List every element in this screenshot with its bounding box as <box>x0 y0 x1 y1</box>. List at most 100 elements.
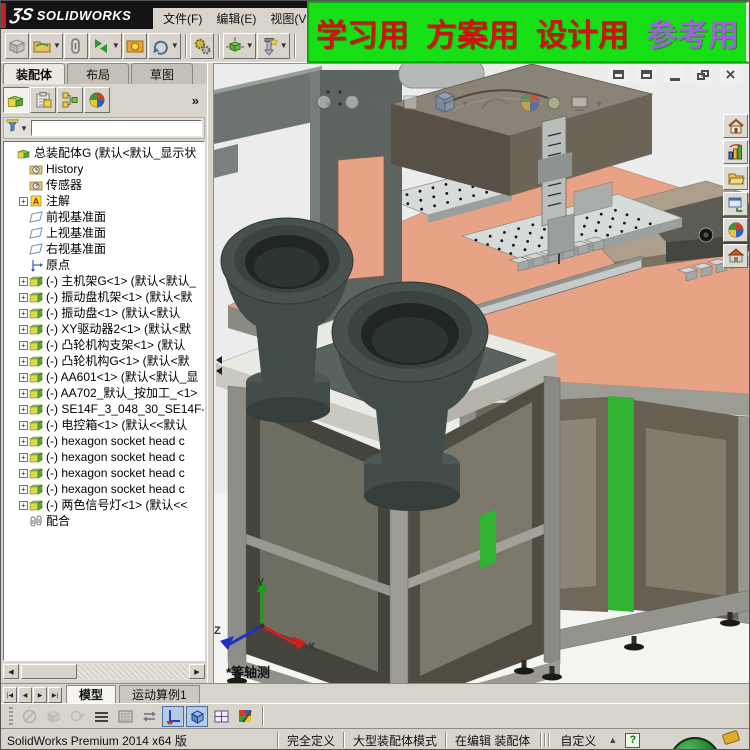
tree-item[interactable]: + (-) AA702_默认_按加工_<1> <box>4 385 204 401</box>
expander-icon[interactable]: + <box>18 356 29 366</box>
featuremanager-tree-icon[interactable] <box>3 87 29 113</box>
menu-item[interactable]: 编辑(E) <box>216 10 256 27</box>
menu-item[interactable]: 视图(V <box>270 10 306 27</box>
view-palette-icon[interactable] <box>723 192 748 216</box>
expander-icon[interactable]: + <box>18 308 29 318</box>
shaded-view-icon[interactable] <box>186 705 208 727</box>
custom-properties-icon[interactable] <box>723 244 748 268</box>
tree-item[interactable]: + (-) SE14F_3_048_30_SE14F- <box>4 401 204 417</box>
expander-icon[interactable]: + <box>18 484 29 494</box>
restore-icon[interactable] <box>692 66 713 83</box>
tree-item[interactable]: + (-) hexagon socket head c <box>4 433 204 449</box>
edit-appearance-icon[interactable] <box>234 706 256 727</box>
propertymanager-icon[interactable] <box>30 87 56 113</box>
tab-模型[interactable]: 模型 <box>66 685 117 703</box>
scroll-thumb[interactable] <box>21 664 77 679</box>
tab-nav-icon[interactable]: ◀ <box>18 687 32 703</box>
scroll-track[interactable] <box>77 664 189 679</box>
tree-item[interactable]: + (-) hexagon socket head c <box>4 465 204 481</box>
3d-assembly-model[interactable]: Y X Z <box>214 64 750 684</box>
tree-item[interactable]: + (-) 凸轮机构支架<1> (默认 <box>4 337 204 353</box>
tab-nav-icon[interactable]: ▶| <box>48 687 62 703</box>
tree-item[interactable]: 配合 <box>4 513 204 529</box>
resources-home-icon[interactable] <box>723 114 748 138</box>
design-library-icon[interactable] <box>723 140 748 164</box>
tree-item[interactable]: + (-) 凸轮机构G<1> (默认<默 <box>4 353 204 369</box>
expander-icon[interactable]: + <box>18 372 29 382</box>
tree-item[interactable]: + (-) 主机架G<1> (默认<默认_ <box>4 273 204 289</box>
panel-splitter[interactable] <box>207 63 214 683</box>
quick-snaps-icon[interactable] <box>66 706 88 727</box>
open-icon[interactable]: ▼ <box>30 32 63 59</box>
filter-input[interactable] <box>30 120 202 136</box>
tab-运动算例1[interactable]: 运动算例1 <box>119 685 200 703</box>
tree-hscrollbar[interactable]: ◀ ▶ <box>3 663 205 680</box>
tree-item[interactable]: 右视基准面 <box>4 241 204 257</box>
move-component-icon[interactable]: ▼ <box>222 32 256 59</box>
smart-fastener-icon[interactable]: ▼ <box>256 32 290 59</box>
minimize-icon[interactable] <box>664 66 685 83</box>
rotate-view-icon[interactable]: ▼ <box>147 32 181 59</box>
file-explorer-icon[interactable] <box>723 166 748 190</box>
tree-item[interactable]: + (-) AA601<1> (默认<默认_显 <box>4 369 204 385</box>
help-icon[interactable]: ? <box>625 732 641 748</box>
expander-icon[interactable]: + <box>18 404 29 414</box>
expander-icon[interactable]: + <box>18 388 29 398</box>
attach-icon[interactable] <box>63 32 88 59</box>
expander-icon[interactable]: + <box>18 500 29 510</box>
expander-icon[interactable]: + <box>18 340 29 350</box>
tab-nav-icon[interactable]: ▶ <box>33 687 47 703</box>
hatch-icon[interactable] <box>114 706 136 727</box>
expander-icon[interactable]: + <box>18 420 29 430</box>
expander-icon[interactable]: + <box>18 196 29 206</box>
swap-icon[interactable] <box>138 706 160 727</box>
configurationmanager-icon[interactable] <box>57 87 83 113</box>
tab-布局[interactable]: 布局 <box>67 63 129 84</box>
tree-item[interactable]: 传感器 <box>4 177 204 193</box>
tree-item[interactable]: + (-) hexagon socket head c <box>4 449 204 465</box>
tree-item[interactable]: 总装配体G (默认<默认_显示状 <box>4 145 204 161</box>
solid-bodies-icon[interactable] <box>42 706 64 727</box>
tree-item[interactable]: 前视基准面 <box>4 209 204 225</box>
tree-item[interactable]: + (-) 两色信号灯<1> (默认<< <box>4 497 204 513</box>
filter-funnel-icon[interactable] <box>6 119 19 137</box>
toolbar-grip[interactable] <box>9 707 13 725</box>
display-manager-icon[interactable] <box>84 87 110 113</box>
tree-item[interactable]: + (-) hexagon socket head c <box>4 481 204 497</box>
tree-item[interactable]: + (-) 电控箱<1> (默认<<默认 <box>4 417 204 433</box>
grid-icon[interactable] <box>210 706 232 727</box>
scroll-right-icon[interactable]: ▶ <box>189 664 205 679</box>
mate-icon[interactable]: ▼ <box>88 32 122 59</box>
tree-item[interactable]: History <box>4 161 204 177</box>
expander-icon[interactable]: + <box>18 292 29 302</box>
expander-icon[interactable]: + <box>18 436 29 446</box>
tab-nav-icon[interactable]: |◀ <box>3 687 17 703</box>
tree-item[interactable]: + A 注解 <box>4 193 204 209</box>
menu-item[interactable]: 文件(F) <box>163 10 202 27</box>
scroll-left-icon[interactable]: ◀ <box>3 664 19 679</box>
insert-component-icon[interactable] <box>5 32 29 59</box>
filter-icon[interactable] <box>18 706 40 727</box>
tree-item[interactable]: + (-) XY驱动器2<1> (默认<默 <box>4 321 204 337</box>
cascade-windows-icon[interactable] <box>608 66 629 83</box>
filter-dropdown-icon[interactable]: ▼ <box>20 124 28 133</box>
tree-item[interactable]: 上视基准面 <box>4 225 204 241</box>
tree-item[interactable]: 原点 <box>4 257 204 273</box>
view-origins-icon[interactable] <box>162 705 184 727</box>
tree-item[interactable]: + (-) 振动盘机架<1> (默认<默 <box>4 289 204 305</box>
custom-label[interactable]: 自定义 <box>556 732 600 749</box>
expander-icon[interactable]: + <box>18 324 29 334</box>
tree-item[interactable]: + (-) 振动盘<1> (默认<默认 <box>4 305 204 321</box>
line-style-icon[interactable] <box>90 706 112 727</box>
close-icon[interactable]: × <box>720 66 741 83</box>
graphics-area[interactable]: Y X Z × *等轴测 <box>214 63 750 684</box>
expander-icon[interactable]: + <box>18 452 29 462</box>
capture-icon[interactable] <box>122 32 147 59</box>
custom-caret-icon[interactable]: ▲ <box>608 735 617 745</box>
overflow-chevron-icon[interactable]: » <box>192 93 199 108</box>
expander-icon[interactable]: + <box>18 468 29 478</box>
expander-icon[interactable]: + <box>18 276 29 286</box>
appearances-icon[interactable] <box>723 218 748 242</box>
tab-草图[interactable]: 草图 <box>131 63 193 84</box>
gears-icon[interactable] <box>189 32 214 59</box>
